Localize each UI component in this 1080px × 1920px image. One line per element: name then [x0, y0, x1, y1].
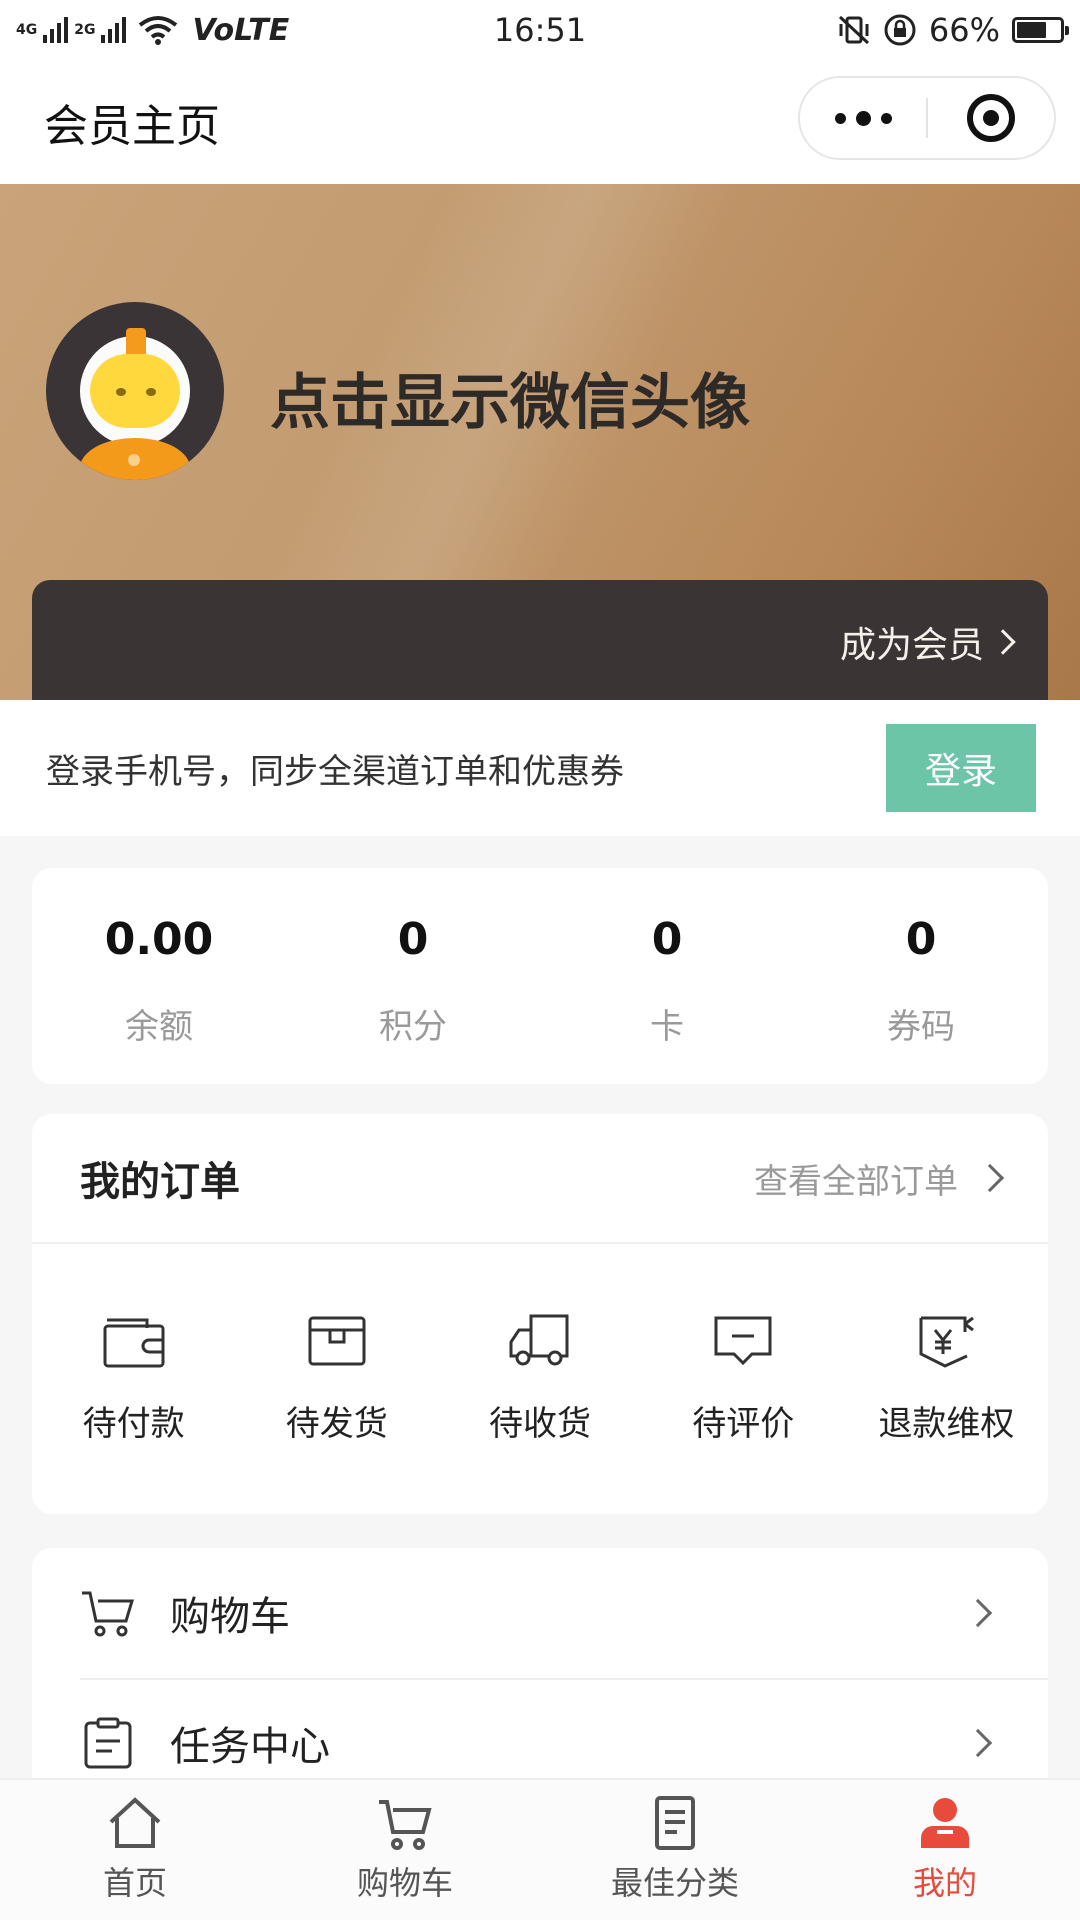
stat-value: 0.00 [104, 914, 214, 965]
rotation-lock-icon [884, 14, 916, 46]
signal-icon [43, 17, 69, 43]
menu-item-cart[interactable]: 购物车 [32, 1548, 1048, 1678]
chevron-right-icon [963, 1728, 993, 1758]
order-status-label: 待发货 [285, 1404, 388, 1444]
more-dot [834, 112, 846, 124]
user-icon [921, 1798, 969, 1848]
stat-cards[interactable]: 0 卡 [540, 868, 794, 1084]
box-icon [308, 1316, 366, 1366]
home-icon [109, 1797, 161, 1848]
menu-item-label: 任务中心 [170, 1724, 330, 1770]
tab-label: 购物车 [356, 1864, 453, 1902]
member-card: 成为会员 [32, 580, 1048, 700]
stat-coupons[interactable]: 0 券码 [794, 868, 1048, 1084]
tab-me[interactable]: 我的 [810, 1780, 1080, 1920]
battery-icon [1012, 17, 1069, 43]
login-strip: 登录手机号，同步全渠道订单和优惠券 登录 [0, 700, 1080, 836]
wifi-icon [139, 16, 178, 45]
orders-header: 我的订单 查看全部订单 [32, 1114, 1048, 1244]
miniprogram-capsule [798, 76, 1056, 160]
stat-label: 券码 [887, 1007, 955, 1047]
tab-home[interactable]: 首页 [0, 1780, 270, 1920]
wallet-icon [103, 1318, 165, 1368]
tab-label: 我的 [912, 1864, 977, 1902]
more-button[interactable] [800, 78, 926, 158]
page-title: 会员主页 [44, 101, 220, 152]
menu-list: 购物车 任务中心 [32, 1548, 1048, 1808]
stat-points[interactable]: 0 积分 [286, 868, 540, 1084]
view-all-orders-link[interactable]: 查看全部订单 [754, 1154, 1005, 1203]
vibrate-off-icon [838, 15, 869, 45]
list-doc-icon [655, 1796, 695, 1850]
order-status-label: 待评价 [692, 1404, 795, 1444]
login-button[interactable]: 登录 [886, 724, 1036, 812]
battery-fill [1017, 22, 1046, 38]
order-status-label: 退款维权 [878, 1404, 1015, 1444]
nav-bar: 会员主页 [0, 60, 1080, 184]
truck-icon [509, 1314, 569, 1366]
avatar[interactable] [46, 302, 224, 480]
stat-label: 积分 [379, 1007, 447, 1047]
order-status-row: 待付款 待发货 待收货 待评价 退款维权 [32, 1244, 1048, 1445]
order-pending-review[interactable]: 待评价 [642, 1310, 845, 1445]
stat-value: 0 [905, 914, 937, 965]
order-pending-shipment[interactable]: 待发货 [235, 1310, 438, 1445]
order-refund[interactable]: 退款维权 [845, 1310, 1048, 1445]
stat-value: 0 [651, 914, 683, 965]
status-right: 66% [837, 11, 1069, 49]
my-orders-card: 我的订单 查看全部订单 待付款 待发货 待收货 待评价 退款维权 [32, 1114, 1048, 1514]
network-label-2g: 2G [74, 22, 96, 38]
order-status-label: 待付款 [82, 1404, 185, 1444]
status-bar: 4G 2G VoLTE 16:51 66% [0, 0, 1080, 60]
page: 4G 2G VoLTE 16:51 66% 会员主页 点击显示微信头像 成为会员… [0, 0, 1080, 1920]
stat-label: 卡 [650, 1007, 684, 1047]
order-pending-payment[interactable]: 待付款 [32, 1310, 235, 1445]
member-hero: 点击显示微信头像 成为会员 [0, 184, 1080, 700]
tab-categories[interactable]: 最佳分类 [540, 1780, 810, 1920]
become-member-label: 成为会员 [839, 625, 984, 666]
stat-value: 0 [397, 914, 429, 965]
order-status-label: 待收货 [489, 1404, 591, 1444]
login-hint: 登录手机号，同步全渠道订单和优惠券 [46, 751, 624, 792]
stat-balance[interactable]: 0.00 余额 [32, 868, 286, 1084]
cart-icon [82, 1591, 135, 1637]
chevron-right-icon [990, 629, 1016, 655]
network-label-4g: 4G [16, 22, 38, 38]
close-button[interactable] [928, 78, 1054, 158]
view-all-orders-label: 查看全部订单 [754, 1161, 958, 1202]
more-dot [855, 110, 871, 126]
cart-icon [379, 1800, 432, 1850]
target-icon [967, 94, 1015, 142]
chevron-right-icon [975, 1163, 1005, 1193]
order-pending-receipt[interactable]: 待收货 [438, 1310, 641, 1445]
comment-icon [714, 1316, 772, 1366]
tab-label: 首页 [102, 1864, 167, 1902]
orders-title: 我的订单 [80, 1159, 240, 1205]
status-left: 4G 2G VoLTE [16, 13, 416, 48]
signal-icon-2 [101, 17, 127, 43]
stat-label: 余额 [125, 1007, 193, 1047]
tab-cart[interactable]: 购物车 [270, 1780, 540, 1920]
tab-label: 最佳分类 [610, 1864, 739, 1902]
become-member-link[interactable]: 成为会员 [839, 616, 1016, 668]
volte-label: VoLTE [192, 12, 290, 48]
show-avatar-prompt[interactable]: 点击显示微信头像 [270, 354, 750, 441]
tab-bar: 首页 购物车 最佳分类 我的 [0, 1778, 1080, 1920]
battery-percent: 66% [928, 11, 1000, 49]
chevron-right-icon [963, 1598, 993, 1628]
refund-icon [919, 1316, 975, 1368]
menu-item-label: 购物车 [170, 1594, 290, 1640]
more-dot [880, 112, 892, 124]
clipboard-icon [84, 1717, 132, 1769]
account-stats: 0.00 余额 0 积分 0 卡 0 券码 [32, 868, 1048, 1084]
